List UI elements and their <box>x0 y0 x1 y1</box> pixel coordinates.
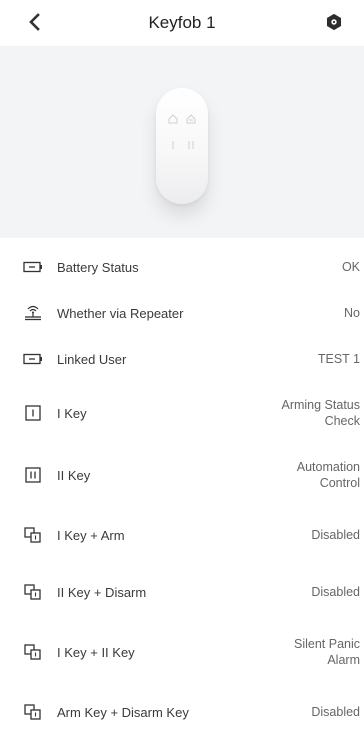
row-i-key-ii-key[interactable]: I Key + II Key Silent Panic Alarm <box>0 620 364 684</box>
key-i-icon <box>22 405 44 421</box>
combo-keys-icon <box>22 704 44 720</box>
gear-icon <box>326 13 342 31</box>
key-i-mark <box>172 141 174 149</box>
top-bar: Keyfob 1 <box>0 0 364 46</box>
row-label: I Key + II Key <box>57 644 135 660</box>
row-label: Whether via Repeater <box>57 305 184 321</box>
row-value: No <box>344 306 360 320</box>
key-ii-mark <box>188 141 194 149</box>
row-value: Silent Panic Alarm <box>293 637 360 667</box>
row-value: Arming Status Check <box>281 398 360 428</box>
row-value: Disabled <box>311 705 360 719</box>
row-battery-status: Battery Status OK <box>0 244 364 290</box>
row-via-repeater: Whether via Repeater No <box>0 290 364 336</box>
house-outline-icon <box>168 114 178 124</box>
settings-button[interactable] <box>322 10 346 34</box>
back-button[interactable] <box>22 10 46 34</box>
row-linked-user: Linked User TEST 1 <box>0 336 364 382</box>
row-i-key[interactable]: I Key Arming Status Check <box>0 382 364 444</box>
info-list: Battery Status OK Whether via Repeater N… <box>0 244 364 740</box>
row-label: II Key + Disarm <box>57 584 147 600</box>
chevron-left-icon <box>29 13 40 31</box>
row-value: Automation Control <box>296 460 360 490</box>
row-value: Disabled <box>311 585 360 599</box>
row-value: Disabled <box>311 528 360 542</box>
row-label: II Key <box>57 467 91 483</box>
row-label: I Key <box>57 405 87 421</box>
combo-keys-icon <box>22 644 44 660</box>
row-ii-key-disarm[interactable]: II Key + Disarm Disabled <box>0 564 364 620</box>
row-label: Battery Status <box>57 259 139 275</box>
combo-keys-icon <box>22 527 44 543</box>
row-label: Linked User <box>57 351 127 367</box>
row-label: I Key + Arm <box>57 527 125 543</box>
battery-icon <box>22 259 44 275</box>
row-i-key-arm[interactable]: I Key + Arm Disabled <box>0 506 364 564</box>
key-ii-icon <box>22 467 44 483</box>
combo-keys-icon <box>22 584 44 600</box>
battery-icon <box>22 351 44 367</box>
row-arm-disarm-key[interactable]: Arm Key + Disarm Key Disabled <box>0 684 364 740</box>
row-value: OK <box>341 260 360 274</box>
row-value: TEST 1 <box>317 352 360 366</box>
row-label: Arm Key + Disarm Key <box>57 704 189 720</box>
row-ii-key[interactable]: II Key Automation Control <box>0 444 364 506</box>
repeater-icon <box>22 305 44 321</box>
page-title: Keyfob 1 <box>148 13 216 32</box>
keyfob-image <box>156 88 208 204</box>
device-image-area <box>0 46 364 238</box>
house-filled-icon <box>186 114 196 124</box>
